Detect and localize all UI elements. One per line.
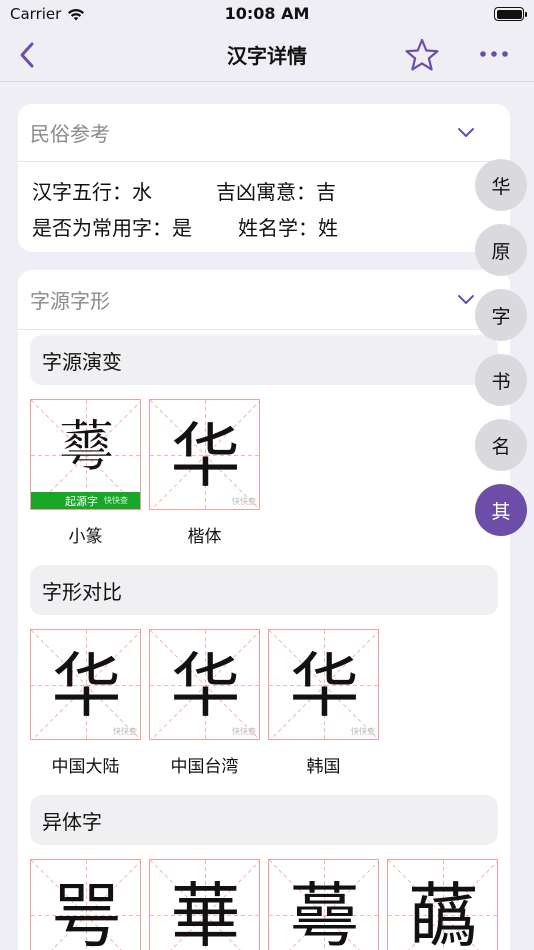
origin-badge: 起源字 快快查 xyxy=(31,492,140,509)
glyph-item[interactable]: 𦾓 起源字 快快查 小篆 xyxy=(30,399,141,547)
glyph-tile: 𦾓 起源字 快快查 xyxy=(30,399,141,510)
glyph-item[interactable]: 华 快快查 韩国 xyxy=(268,629,379,777)
status-time: 10:08 AM xyxy=(224,4,310,23)
side-index-qi[interactable]: 其 xyxy=(475,484,527,536)
folk-row: 是否为常用字：是 姓名学：姓 xyxy=(32,210,496,246)
evolution-section-title: 字源演变 xyxy=(30,335,498,385)
watermark: 快快查 xyxy=(351,727,375,736)
side-index-hua[interactable]: 华 xyxy=(475,159,527,211)
more-ellipsis-icon[interactable] xyxy=(478,44,510,64)
variants-glyph-row: 咢 華 蕚 蘤 xyxy=(18,845,510,950)
glyph-item[interactable]: 咢 xyxy=(30,859,141,950)
glyph-item[interactable]: 华 快快查 中国大陆 xyxy=(30,629,141,777)
glyph-char: 华 xyxy=(170,414,241,497)
nav-bar: 汉字详情 xyxy=(0,28,534,82)
surname-text: 姓名学：姓 xyxy=(238,216,338,240)
glyph-tile: 华 快快查 xyxy=(149,399,260,510)
folk-reference-title: 民俗参考 xyxy=(30,122,110,146)
glyph-tile: 蕚 xyxy=(268,859,379,950)
battery-icon xyxy=(494,7,527,21)
watermark: 快快查 xyxy=(232,727,256,736)
side-index-yuan[interactable]: 原 xyxy=(475,224,527,276)
compare-section-title: 字形对比 xyxy=(30,565,498,615)
auspicious-meaning-text: 吉凶寓意：吉 xyxy=(216,180,336,204)
favorite-star-icon[interactable] xyxy=(404,38,440,72)
glyph-char: 咢 xyxy=(51,874,122,950)
folk-reference-body: 汉字五行：水 吉凶寓意：吉 是否为常用字：是 姓名学：姓 xyxy=(18,162,510,246)
glyph-label: 小篆 xyxy=(68,527,103,547)
watermark: 快快查 xyxy=(232,497,256,506)
glyph-label: 中国台湾 xyxy=(170,757,239,777)
side-index-ming[interactable]: 名 xyxy=(475,419,527,471)
folk-row: 汉字五行：水 吉凶寓意：吉 xyxy=(32,174,496,210)
glyph-char: 華 xyxy=(170,874,241,950)
common-character-text: 是否为常用字：是 xyxy=(32,216,192,240)
glyph-item[interactable]: 華 xyxy=(149,859,260,950)
side-index-shu[interactable]: 书 xyxy=(475,354,527,406)
chevron-down-icon[interactable] xyxy=(456,126,476,140)
glyph-item[interactable]: 华 快快查 中国台湾 xyxy=(149,629,260,777)
glyph-char: 华 xyxy=(289,644,360,727)
origin-badge-label: 起源字 xyxy=(65,494,98,508)
evolution-glyph-row: 𦾓 起源字 快快查 小篆 华 快快查 楷体 xyxy=(18,385,510,547)
glyph-item[interactable]: 华 快快查 楷体 xyxy=(149,399,260,547)
side-index: 华 原 字 书 名 其 xyxy=(475,159,527,549)
compare-glyph-row: 华 快快查 中国大陆 华 快快查 中国台湾 华 快快查 韩国 xyxy=(18,615,510,777)
watermark: 快快查 xyxy=(104,496,128,505)
glyph-label: 韩国 xyxy=(306,757,341,777)
back-chevron-icon[interactable] xyxy=(14,40,44,70)
glyph-label: 中国大陆 xyxy=(51,757,120,777)
page-title: 汉字详情 xyxy=(227,44,307,68)
glyph-char: 华 xyxy=(170,644,241,727)
status-bar: Carrier 10:08 AM xyxy=(0,0,534,28)
chevron-down-icon[interactable] xyxy=(456,293,476,307)
glyph-char: 蘤 xyxy=(408,874,479,950)
glyph-tile: 华 快快查 xyxy=(268,629,379,740)
watermark: 快快查 xyxy=(113,727,137,736)
character-origin-title: 字源字形 xyxy=(30,289,110,313)
variants-section-title: 异体字 xyxy=(30,795,498,845)
battery-fill xyxy=(496,9,522,19)
glyph-tile: 华 快快查 xyxy=(30,629,141,740)
glyph-char: 华 xyxy=(51,644,122,727)
folk-reference-card: 民俗参考 汉字五行：水 吉凶寓意：吉 是否为常用字：是 姓名学：姓 xyxy=(18,104,510,252)
folk-reference-header[interactable]: 民俗参考 xyxy=(18,104,510,162)
glyph-label: 楷体 xyxy=(187,527,222,547)
glyph-tile: 华 快快查 xyxy=(149,629,260,740)
glyph-item[interactable]: 蕚 xyxy=(268,859,379,950)
glyph-item[interactable]: 蘤 xyxy=(387,859,498,950)
five-elements-text: 汉字五行：水 xyxy=(32,180,152,204)
glyph-tile: 華 xyxy=(149,859,260,950)
glyph-tile: 蘤 xyxy=(387,859,498,950)
side-index-zi[interactable]: 字 xyxy=(475,289,527,341)
character-origin-header[interactable]: 字源字形 xyxy=(18,270,510,330)
character-origin-card: 字源字形 字源演变 𦾓 起源字 快快查 小篆 华 快快查 楷体 字形对比 华 快… xyxy=(18,270,510,950)
glyph-char: 蕚 xyxy=(289,874,360,950)
glyph-tile: 咢 xyxy=(30,859,141,950)
glyph-char: 𦾓 xyxy=(58,414,115,480)
